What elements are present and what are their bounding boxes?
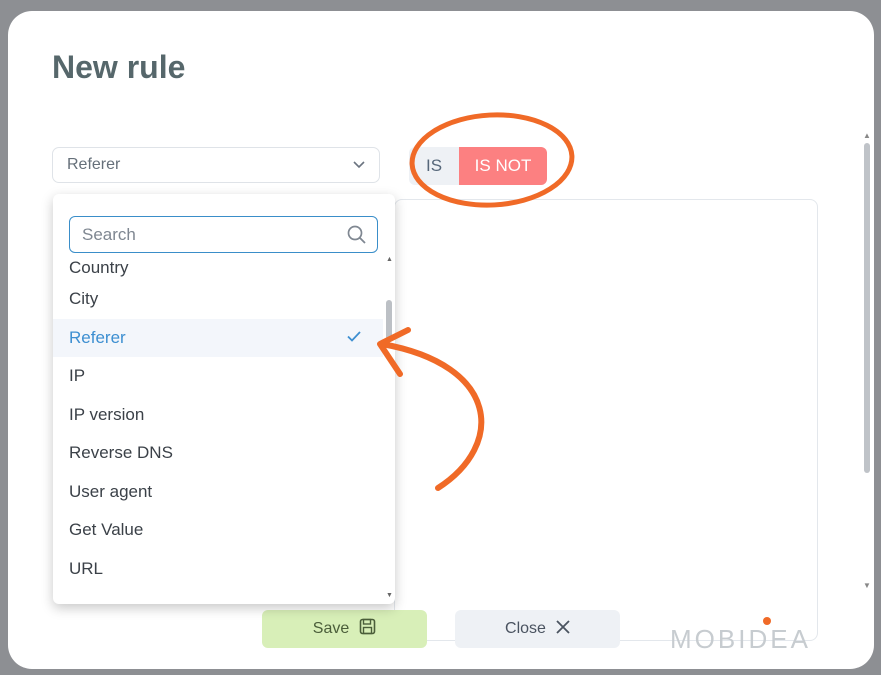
option-label: Country bbox=[69, 258, 129, 277]
option-label: City bbox=[69, 289, 99, 309]
option-label: User agent bbox=[69, 481, 153, 501]
option-label: IP bbox=[69, 366, 86, 386]
close-icon bbox=[556, 619, 570, 639]
dropdown-search-input[interactable] bbox=[80, 223, 324, 246]
close-button-label: Close bbox=[505, 620, 546, 637]
rule-type-select-value: Referer bbox=[67, 156, 121, 173]
dropdown-option-city[interactable]: City bbox=[53, 280, 383, 319]
rule-type-select[interactable]: Referer bbox=[52, 147, 380, 183]
check-icon bbox=[347, 329, 361, 347]
dropdown-search-field[interactable] bbox=[69, 216, 378, 253]
dropdown-option-ip[interactable]: IP bbox=[53, 357, 383, 396]
logo-accent-dot bbox=[763, 617, 771, 625]
dropdown-scrollbar[interactable]: ▲ ▼ bbox=[383, 256, 395, 604]
option-label: IP version bbox=[69, 404, 145, 424]
is-option-button[interactable]: IS bbox=[409, 147, 459, 185]
rule-values-panel[interactable] bbox=[394, 199, 818, 641]
save-button-label: Save bbox=[312, 620, 350, 637]
dropdown-option-list: Country City Referer IP IP version Rever… bbox=[53, 254, 383, 588]
option-label: Reverse DNS bbox=[69, 443, 173, 463]
dropdown-option-ip-version[interactable]: IP version bbox=[53, 396, 383, 435]
scroll-down-arrow-icon[interactable]: ▼ bbox=[386, 592, 393, 599]
dropdown-scrollbar-thumb[interactable] bbox=[386, 300, 392, 340]
mobidea-logo: MOBIDEA bbox=[670, 624, 811, 654]
scroll-down-arrow-icon[interactable]: ▼ bbox=[863, 581, 871, 590]
modal-scrollbar-thumb[interactable] bbox=[864, 143, 870, 473]
modal-title: New rule bbox=[52, 49, 186, 85]
dropdown-option-url[interactable]: URL bbox=[53, 550, 383, 589]
option-label: URL bbox=[69, 558, 104, 578]
scroll-up-arrow-icon[interactable]: ▲ bbox=[863, 131, 871, 140]
dropdown-option-user-agent[interactable]: User agent bbox=[53, 473, 383, 512]
dropdown-option-reverse-dns[interactable]: Reverse DNS bbox=[53, 434, 383, 473]
is-isnot-toggle: IS IS NOT bbox=[409, 147, 547, 185]
scroll-up-arrow-icon[interactable]: ▲ bbox=[386, 256, 393, 263]
new-rule-modal: New rule Referer IS IS NOT ▲ ▼ Save Clos… bbox=[8, 11, 874, 669]
dropdown-option-referer[interactable]: Referer bbox=[53, 318, 383, 357]
rule-type-dropdown: Country City Referer IP IP version Rever… bbox=[53, 194, 395, 604]
chevron-down-icon bbox=[353, 158, 365, 172]
is-not-option-button[interactable]: IS NOT bbox=[459, 147, 547, 185]
floppy-disk-icon bbox=[359, 618, 376, 640]
modal-scrollbar[interactable]: ▲ ▼ bbox=[860, 131, 874, 591]
dropdown-option-get-value[interactable]: Get Value bbox=[53, 511, 383, 550]
dropdown-option-country[interactable]: Country bbox=[53, 254, 383, 280]
option-label: Get Value bbox=[69, 520, 144, 540]
option-label: Referer bbox=[69, 327, 126, 347]
save-button[interactable]: Save bbox=[262, 610, 427, 648]
close-button[interactable]: Close bbox=[455, 610, 620, 648]
search-icon bbox=[347, 225, 367, 245]
